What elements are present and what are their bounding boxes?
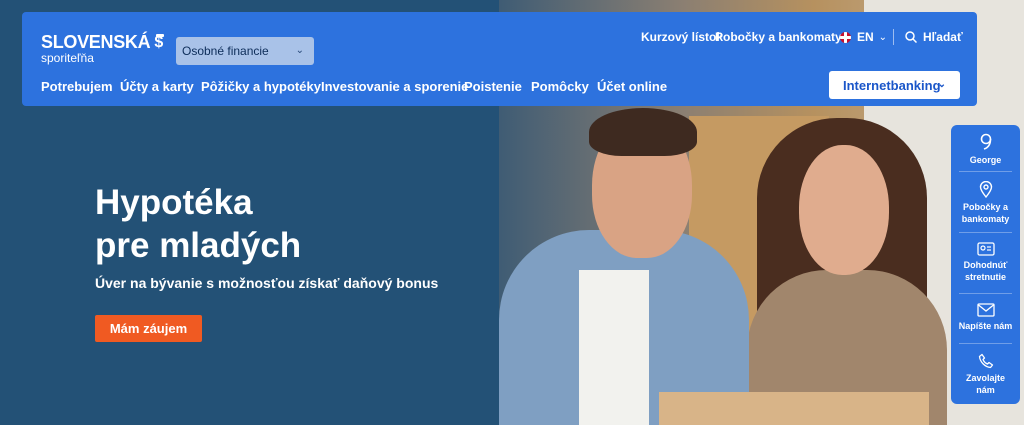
nav-item-loans-mortgages[interactable]: Pôžičky a hypotéky <box>201 79 321 94</box>
panel-divider <box>959 343 1012 344</box>
link-branches-atms[interactable]: Pobočky a bankomaty <box>715 30 842 44</box>
quick-write-us[interactable]: Napíšte nám <box>951 303 1020 332</box>
panel-divider <box>959 293 1012 294</box>
panel-divider <box>959 171 1012 172</box>
envelope-icon <box>976 303 995 317</box>
interest-button[interactable]: Mám záujem <box>95 315 202 342</box>
search-icon <box>905 31 917 43</box>
quick-branches[interactable]: Pobočky a bankomaty <box>951 181 1020 225</box>
id-card-icon <box>976 242 995 256</box>
george-icon <box>980 133 991 150</box>
search-button[interactable]: Hľadať <box>905 30 963 44</box>
panel-divider <box>959 232 1012 233</box>
quick-access-panel: George Pobočky a bankomaty Dohodnúť stre… <box>951 125 1020 404</box>
nav-item-potrebujem[interactable]: Potrebujem <box>41 79 113 94</box>
nav-item-tools[interactable]: Pomôcky <box>531 79 589 94</box>
internetbanking-button[interactable]: Internetbanking ⌄ <box>829 71 960 99</box>
segment-select[interactable]: Osobné financie ⌄ <box>176 37 314 65</box>
quick-call-us[interactable]: Zavolajte nám <box>951 353 1020 396</box>
chevron-down-icon: ⌄ <box>295 45 304 56</box>
nav-item-investing-saving[interactable]: Investovanie a sporenie <box>321 79 468 94</box>
site-header: SLOVENSKÁ sporiteľňa Osobné financie ⌄ K… <box>22 12 977 106</box>
nav-item-accounts-cards[interactable]: Účty a karty <box>120 79 194 94</box>
hero-title: Hypotéka pre mladých <box>95 183 302 265</box>
phone-icon <box>978 353 993 369</box>
brand-s-icon <box>154 34 166 51</box>
quick-george[interactable]: George <box>951 133 1020 166</box>
chevron-down-icon: ⌄ <box>878 31 888 43</box>
quick-appointment[interactable]: Dohodnúť stretnutie <box>951 242 1020 283</box>
link-exchange-rates[interactable]: Kurzový lístok <box>641 30 723 44</box>
chevron-down-icon: ⌄ <box>937 79 946 90</box>
hero-subtitle: Úver na bývanie s možnosťou získať daňov… <box>95 275 439 291</box>
uk-flag-icon <box>840 31 851 43</box>
nav-item-insurance[interactable]: Poistenie <box>464 79 522 94</box>
language-switcher[interactable]: EN ⌄ <box>840 30 887 44</box>
nav-item-online-account[interactable]: Účet online <box>597 79 667 94</box>
location-pin-icon <box>979 181 992 198</box>
header-divider <box>893 29 894 45</box>
brand-logo[interactable]: SLOVENSKÁ sporiteľňa <box>41 33 166 64</box>
